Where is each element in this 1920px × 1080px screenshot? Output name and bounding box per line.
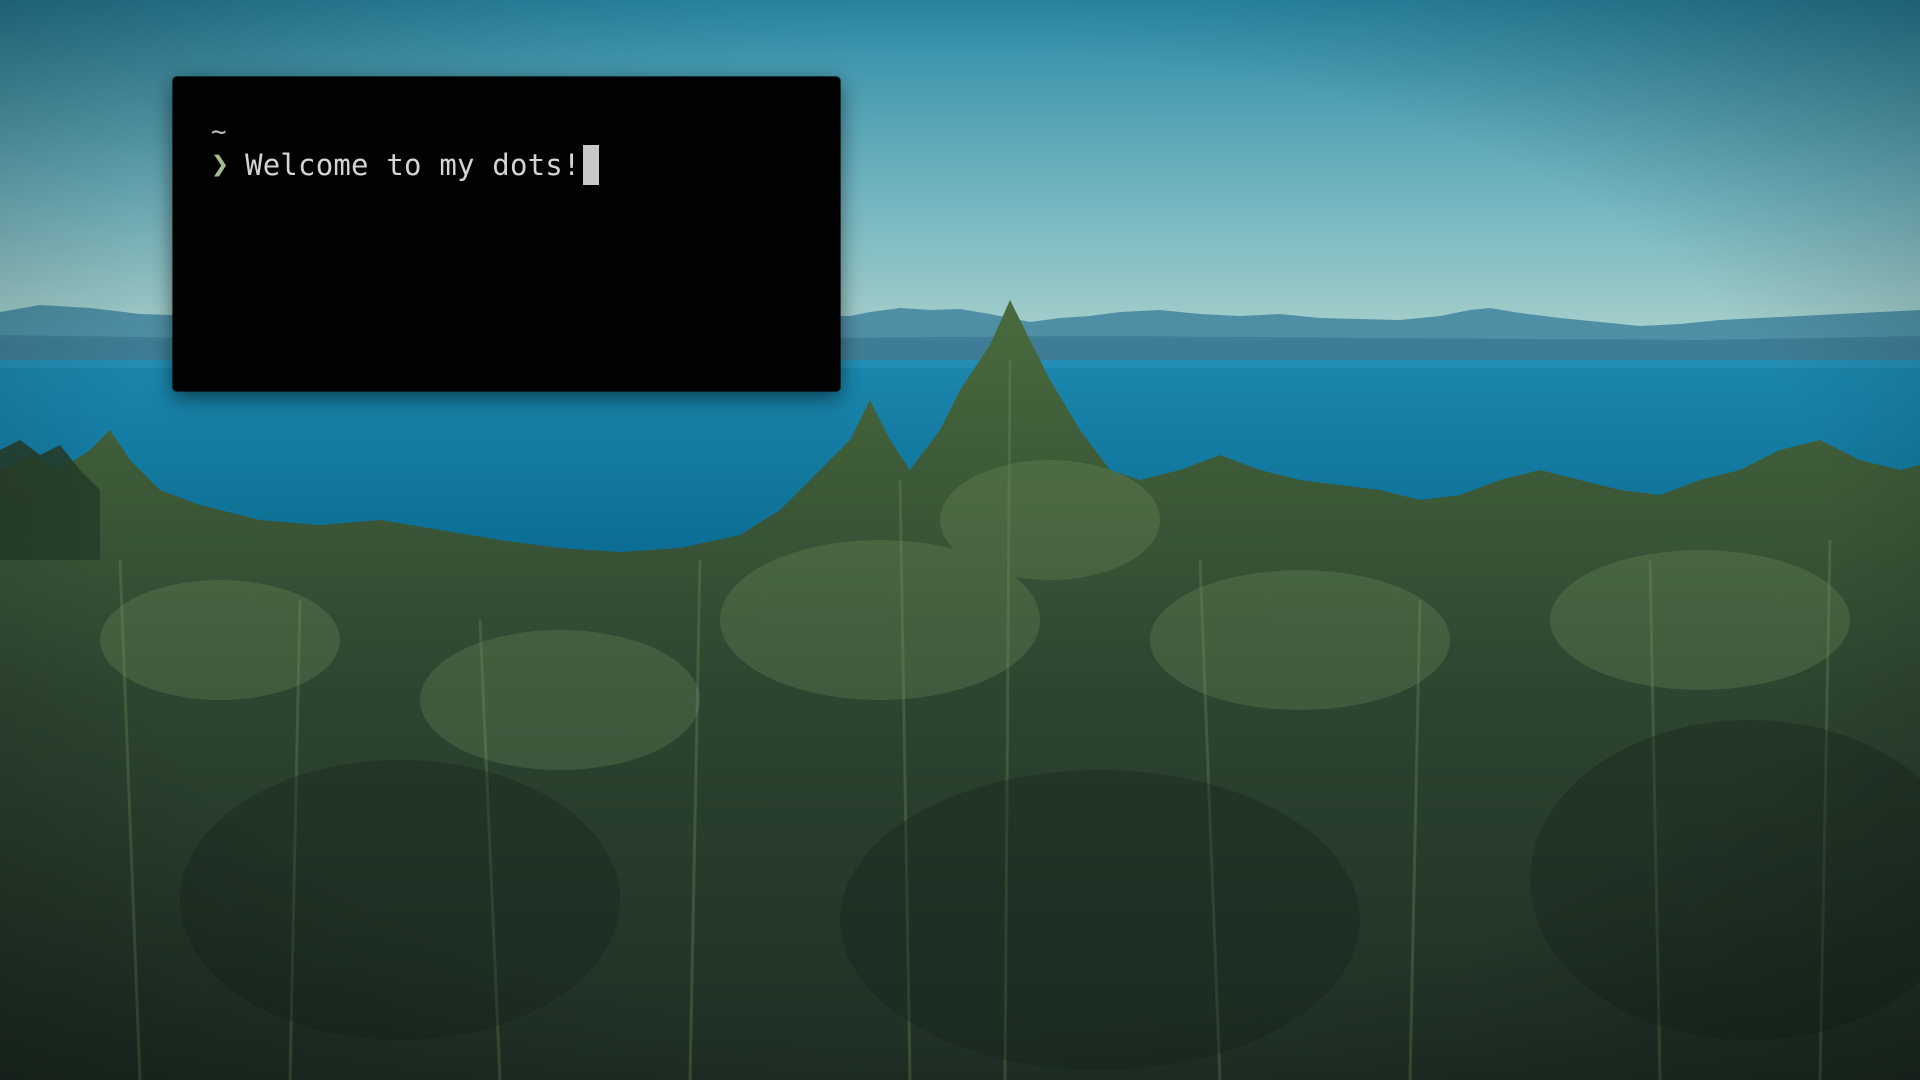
cwd-path: ~ (211, 117, 227, 147)
prompt-line[interactable]: ❯ Welcome to my dots! (211, 145, 840, 185)
cwd-line: ~ (211, 119, 840, 145)
desktop: ~ ❯ Welcome to my dots! (0, 0, 1920, 1080)
command-input[interactable]: Welcome to my dots! (245, 145, 581, 185)
block-cursor-icon (582, 145, 599, 185)
prompt-chevron-icon: ❯ (211, 147, 230, 182)
terminal-window[interactable]: ~ ❯ Welcome to my dots! (173, 77, 840, 391)
